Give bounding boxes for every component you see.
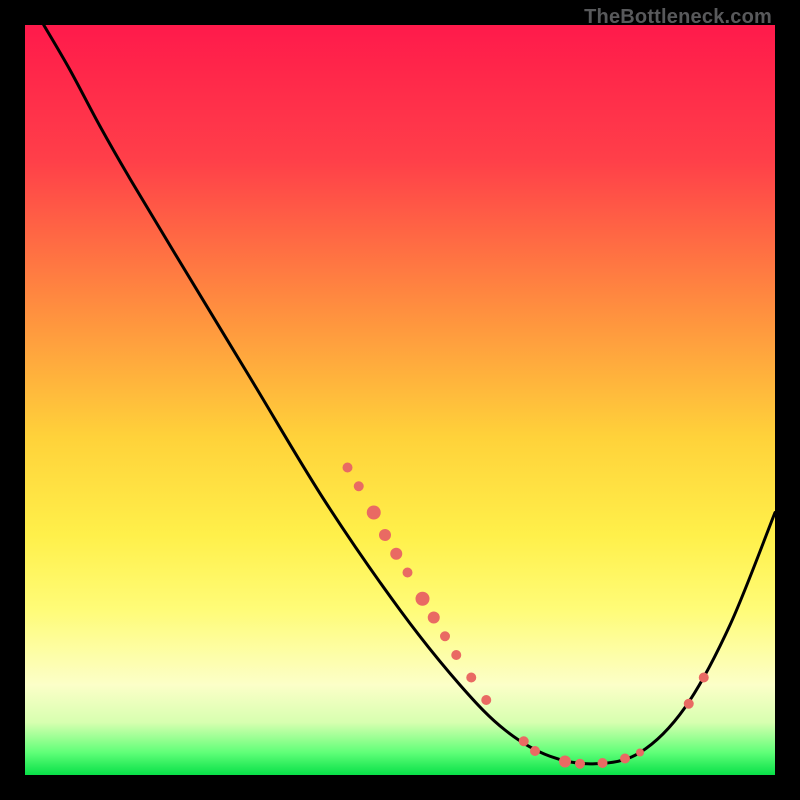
chart-svg (25, 25, 775, 775)
data-marker (620, 754, 630, 764)
data-marker (699, 673, 709, 683)
chart-background (25, 25, 775, 775)
data-marker (598, 758, 608, 768)
data-marker (466, 673, 476, 683)
data-marker (559, 756, 571, 768)
data-marker (379, 529, 391, 541)
data-marker (416, 592, 430, 606)
data-marker (390, 548, 402, 560)
watermark-label: TheBottleneck.com (584, 6, 772, 29)
data-marker (575, 759, 585, 769)
data-marker (428, 612, 440, 624)
data-marker (354, 481, 364, 491)
data-marker (367, 506, 381, 520)
data-marker (481, 695, 491, 705)
data-marker (519, 736, 529, 746)
data-marker (403, 568, 413, 578)
data-marker (684, 699, 694, 709)
data-marker (636, 749, 644, 757)
data-marker (343, 463, 353, 473)
data-marker (451, 650, 461, 660)
data-marker (440, 631, 450, 641)
data-marker (530, 746, 540, 756)
bottleneck-chart (25, 25, 775, 775)
